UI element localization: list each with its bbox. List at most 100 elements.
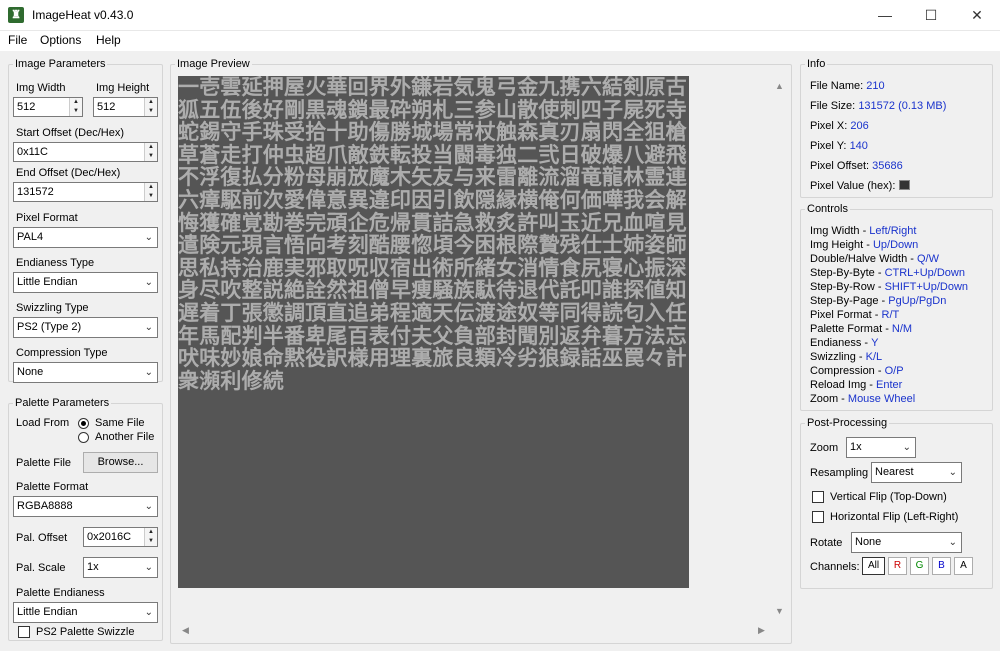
control-keys: K/L — [865, 351, 883, 363]
img-width-spinner[interactable]: ▲ ▼ — [69, 98, 82, 116]
horizontal-flip-checkbox[interactable] — [812, 511, 824, 523]
same-file-label[interactable]: Same File — [95, 417, 145, 429]
zoom-select[interactable]: 1x ⌄ — [846, 437, 916, 458]
pixel-format-select[interactable]: PAL4 ⌄ — [13, 227, 158, 248]
control-row: Step-By-Page - PgUp/PgDn — [810, 295, 946, 307]
app-icon: ♜ — [8, 7, 24, 23]
resampling-label: Resampling — [810, 467, 869, 479]
image-preview-canvas[interactable]: 一壱雲延押屋火華回界外鎌岩気鬼弓金九携六結剣原古狐五伍後好剛黒魂鎖最砕朔札三参山… — [178, 76, 689, 588]
control-keys: Left/Right — [869, 225, 917, 237]
end-offset-input[interactable]: 131572 ▲ ▼ — [13, 182, 158, 202]
control-keys: R/T — [881, 309, 900, 321]
channel-b-button[interactable]: B — [932, 557, 951, 575]
img-width-input[interactable]: 512 ▲ ▼ — [13, 97, 83, 117]
pal-scale-select[interactable]: 1x ⌄ — [83, 557, 158, 578]
load-from-label: Load From — [16, 417, 70, 429]
control-row: Swizzling - K/L — [810, 351, 882, 363]
ps2-palette-swizzle-checkbox[interactable] — [18, 626, 30, 638]
palette-parameters-legend: Palette Parameters — [13, 397, 112, 409]
swizzling-type-select[interactable]: PS2 (Type 2) ⌄ — [13, 317, 158, 338]
palette-endianess-select[interactable]: Little Endian ⌄ — [13, 602, 158, 623]
file-size-row: File Size: 131572 (0.13 MB) — [810, 100, 947, 112]
vertical-scrollbar[interactable]: ▲ ▼ — [771, 76, 787, 621]
control-action-label: Zoom - — [810, 393, 848, 405]
pal-offset-input[interactable]: 0x2016C ▲ ▼ — [83, 527, 158, 547]
chevron-down-icon: ⌄ — [144, 501, 153, 512]
pixel-x-value: 206 — [850, 120, 869, 132]
chevron-down-icon: ⌄ — [144, 277, 153, 288]
control-keys: CTRL+Up/Down — [884, 267, 965, 279]
another-file-label[interactable]: Another File — [95, 431, 154, 443]
vertical-flip-label: Vertical Flip (Top-Down) — [830, 491, 947, 503]
palette-format-select[interactable]: RGBA8888 ⌄ — [13, 496, 158, 517]
scroll-left-icon[interactable]: ◀ — [182, 625, 189, 636]
compression-type-select[interactable]: None ⌄ — [13, 362, 158, 383]
palette-format-label: Palette Format — [16, 481, 89, 493]
control-action-label: Compression - — [810, 365, 885, 377]
ps2-palette-swizzle-label: PS2 Palette Swizzle — [36, 626, 135, 638]
control-action-label: Step-By-Byte - — [810, 267, 885, 279]
scroll-down-icon[interactable]: ▼ — [775, 606, 784, 616]
controls-group: Controls Img Width - Left/Right Img Heigh… — [800, 203, 993, 411]
control-action-label: Reload Img - — [810, 379, 877, 391]
channel-a-button[interactable]: A — [954, 557, 973, 575]
swizzling-type-label: Swizzling Type — [16, 302, 89, 314]
control-row: Img Width - Left/Right — [810, 225, 916, 237]
end-offset-label: End Offset (Dec/Hex) — [16, 167, 121, 179]
image-preview-legend: Image Preview — [175, 58, 252, 70]
horizontal-scrollbar[interactable]: ◀ ▶ — [178, 622, 771, 638]
control-keys: N/M — [891, 323, 913, 335]
channel-g-button[interactable]: G — [910, 557, 929, 575]
menu-file[interactable]: File — [8, 33, 27, 47]
start-offset-input[interactable]: 0x11C ▲ ▼ — [13, 142, 158, 162]
endianess-type-label: Endianess Type — [16, 257, 95, 269]
resampling-select[interactable]: Nearest ⌄ — [871, 462, 962, 483]
chevron-down-icon: ⌄ — [948, 467, 957, 478]
channel-all-button[interactable]: All — [862, 557, 885, 575]
control-row: Compression - O/P — [810, 365, 904, 377]
img-width-label: Img Width — [16, 82, 66, 94]
pal-offset-spinner[interactable]: ▲ ▼ — [144, 528, 157, 546]
scroll-up-icon[interactable]: ▲ — [775, 81, 784, 91]
file-size-value: 131572 (0.13 MB) — [858, 100, 947, 112]
channel-r-button[interactable]: R — [888, 557, 907, 575]
img-height-input[interactable]: 512 ▲ ▼ — [93, 97, 158, 117]
control-row: Double/Halve Width - Q/W — [810, 253, 939, 265]
control-keys: Up/Down — [872, 239, 919, 251]
scroll-right-icon[interactable]: ▶ — [758, 625, 765, 636]
control-keys: PgUp/PgDn — [888, 295, 947, 307]
compression-type-label: Compression Type — [16, 347, 108, 359]
menu-options[interactable]: Options — [40, 33, 81, 47]
vertical-flip-checkbox[interactable] — [812, 491, 824, 503]
menu-bar: File Options Help — [0, 31, 1000, 51]
palette-endianess-label: Palette Endianess — [16, 587, 105, 599]
info-group: Info File Name: 210 File Size: 131572 (0… — [800, 58, 993, 198]
close-button[interactable]: ✕ — [954, 0, 1000, 31]
minimize-button[interactable]: — — [862, 0, 908, 31]
another-file-radio[interactable] — [78, 432, 89, 443]
maximize-button[interactable]: ☐ — [908, 0, 954, 31]
post-processing-legend: Post-Processing — [805, 417, 890, 429]
control-row: Step-By-Row - SHIFT+Up/Down — [810, 281, 968, 293]
pixel-format-label: Pixel Format — [16, 212, 78, 224]
control-row: Step-By-Byte - CTRL+Up/Down — [810, 267, 965, 279]
browse-button[interactable]: Browse... — [83, 452, 158, 473]
control-keys: Enter — [876, 379, 903, 391]
control-action-label: Img Height - — [810, 239, 873, 251]
rotate-select[interactable]: None ⌄ — [851, 532, 962, 553]
file-name-row: File Name: 210 — [810, 80, 885, 92]
control-action-label: Step-By-Page - — [810, 295, 889, 307]
same-file-radio[interactable] — [78, 418, 89, 429]
file-name-value: 210 — [866, 80, 885, 92]
menu-help[interactable]: Help — [96, 33, 121, 47]
endianess-type-select[interactable]: Little Endian ⌄ — [13, 272, 158, 293]
control-action-label: Step-By-Row - — [810, 281, 885, 293]
title-bar: ♜ ImageHeat v0.43.0 — ☐ ✕ — [0, 0, 1000, 31]
image-parameters-legend: Image Parameters — [13, 58, 108, 70]
start-offset-spinner[interactable]: ▲ ▼ — [144, 143, 157, 161]
control-action-label: Swizzling - — [810, 351, 866, 363]
info-legend: Info — [805, 58, 828, 70]
end-offset-spinner[interactable]: ▲ ▼ — [144, 183, 157, 201]
chevron-down-icon: ⌄ — [144, 232, 153, 243]
img-height-spinner[interactable]: ▲ ▼ — [144, 98, 157, 116]
